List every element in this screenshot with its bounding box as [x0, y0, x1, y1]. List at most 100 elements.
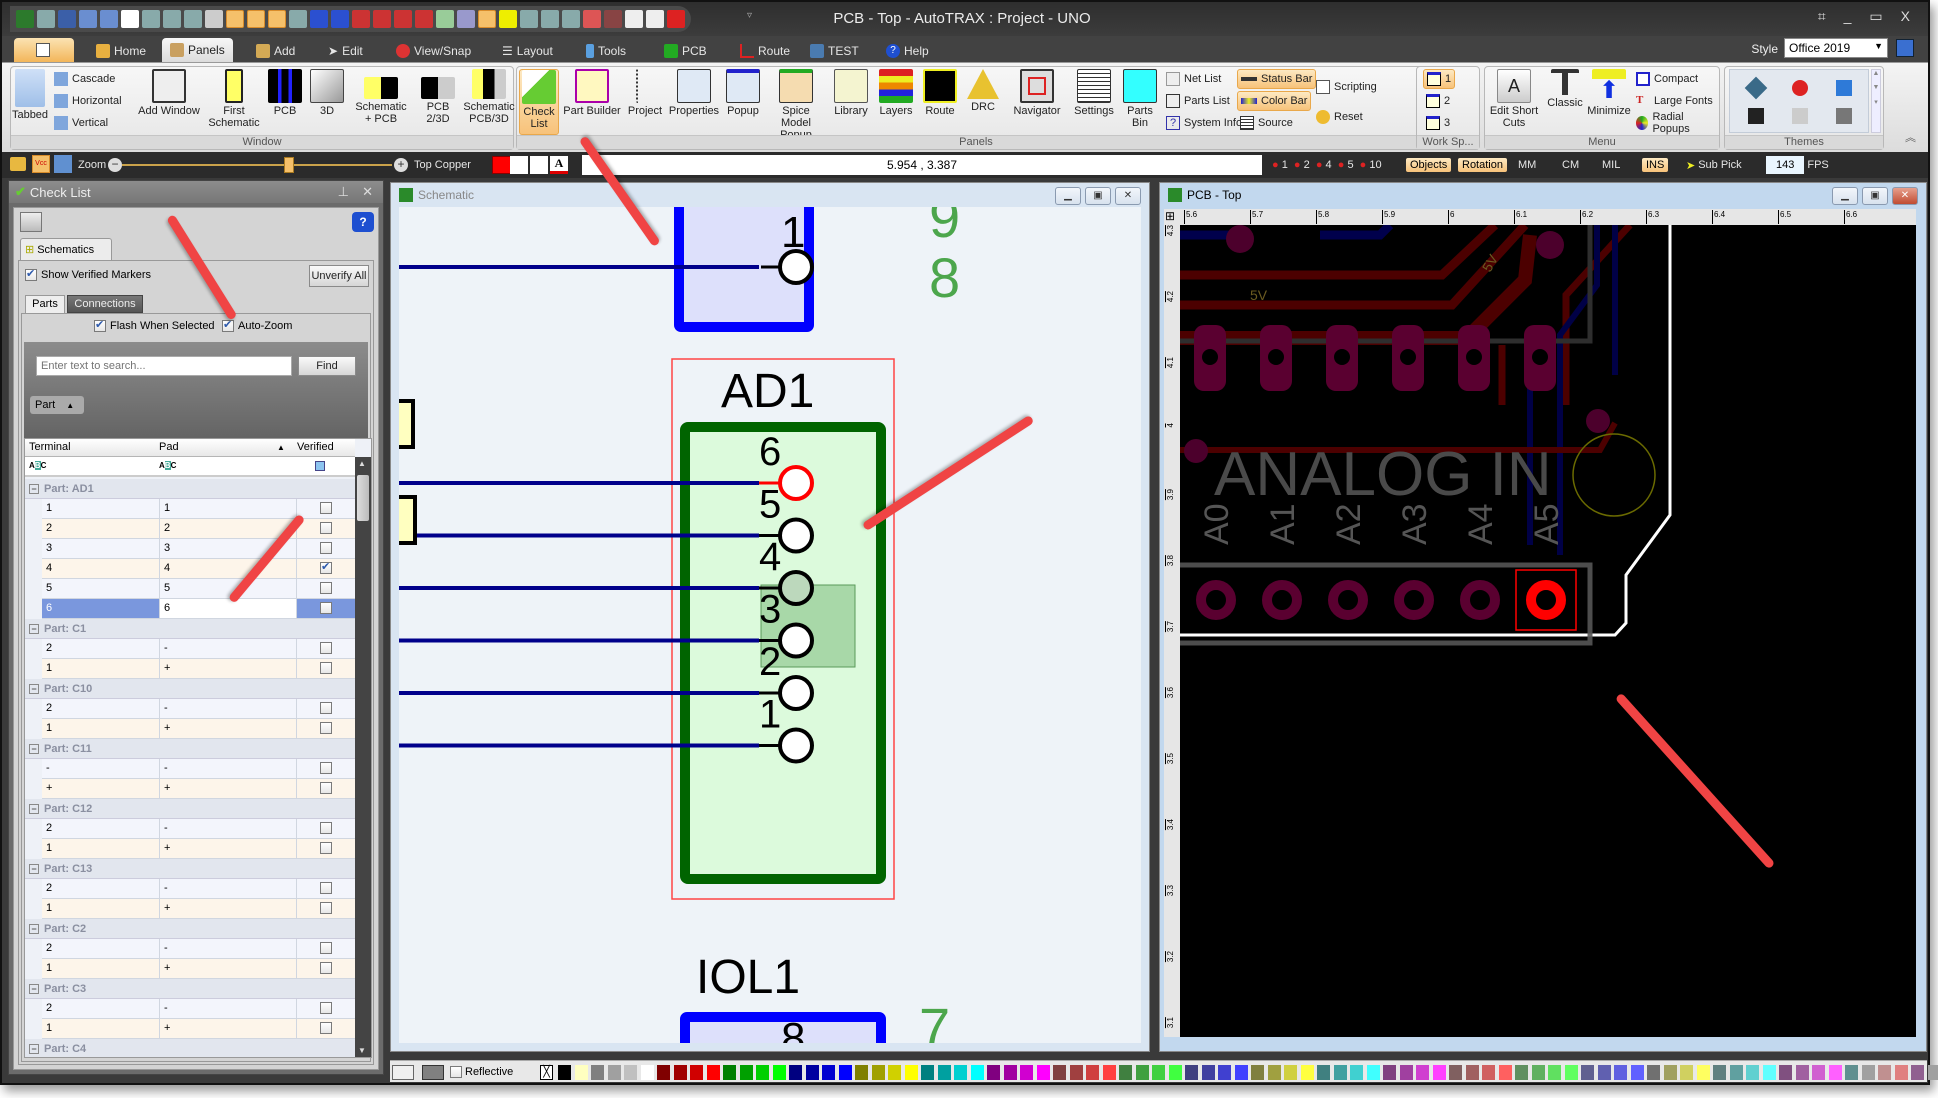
color-swatch[interactable] [1399, 1065, 1413, 1080]
pad-cell[interactable]: 4 [160, 559, 297, 578]
comment-icon[interactable] [10, 157, 26, 171]
color-swatch[interactable] [1696, 1065, 1710, 1080]
distribute-icon[interactable] [163, 10, 181, 28]
show-verified-markers-checkbox[interactable]: Show Verified Markers [25, 267, 151, 281]
color-swatch[interactable] [1284, 1065, 1297, 1080]
grid-step-4-button[interactable]: ● 4 [1313, 159, 1332, 171]
scripting-button[interactable]: Scripting [1313, 77, 1380, 97]
verified-cell[interactable] [297, 659, 355, 678]
color-swatch[interactable] [1861, 1065, 1875, 1080]
cross-probe-icon[interactable] [226, 10, 244, 28]
color-swatch[interactable] [1300, 1065, 1314, 1080]
color-swatch[interactable] [1020, 1065, 1033, 1080]
status-bar-toggle[interactable]: Status Bar [1237, 69, 1317, 89]
unverify-all-button[interactable]: Unverify All [309, 265, 369, 287]
verified-cell[interactable] [297, 999, 355, 1018]
via[interactable] [1536, 231, 1564, 259]
sub-pick-button[interactable]: ➤ Sub Pick [1686, 156, 1742, 174]
column-header-pad[interactable]: Pad [159, 441, 179, 453]
color-swatch[interactable] [1663, 1065, 1677, 1080]
pad-cell[interactable]: 1 [160, 499, 297, 518]
color-swatch[interactable] [1647, 1065, 1660, 1080]
table-row[interactable]: 2 - [42, 639, 355, 659]
part-group-header[interactable]: − Part: C10 [25, 679, 355, 699]
pad[interactable] [1328, 580, 1368, 620]
text-filter-icon[interactable]: ABC [29, 461, 46, 470]
mm-unit-icon[interactable] [436, 10, 454, 28]
color-swatch[interactable] [987, 1065, 1000, 1080]
group-by-part-chip[interactable]: Part ▲ [30, 396, 84, 414]
color-swatch[interactable] [822, 1065, 835, 1080]
collapse-ribbon-icon[interactable]: ︽ [1905, 129, 1916, 145]
terminal-cell[interactable]: 1 [42, 1019, 160, 1038]
verified-cell[interactable] [297, 539, 355, 558]
highlighted-pad[interactable] [1526, 580, 1566, 620]
terminal-cell[interactable]: 2 [42, 699, 160, 718]
stroke-color-swatch[interactable] [422, 1065, 444, 1080]
tab-route[interactable]: Route [732, 40, 798, 62]
scrollbar-thumb[interactable] [357, 475, 369, 521]
no-color-swatch[interactable]: ╳ [540, 1065, 553, 1080]
pad-cell[interactable]: - [160, 639, 297, 658]
zoom-slider-thumb[interactable] [284, 157, 295, 173]
maximize-icon[interactable]: ▭ [1869, 8, 1882, 25]
collapse-icon[interactable]: − [29, 983, 39, 994]
column-header-verified[interactable]: Verified [297, 441, 334, 453]
color-swatch[interactable] [1267, 1065, 1281, 1080]
subtab-parts[interactable]: Parts [25, 295, 65, 313]
properties-icon[interactable] [541, 10, 559, 28]
verified-checkbox[interactable] [320, 722, 332, 735]
minimize-button[interactable]: ▁ [1055, 187, 1081, 205]
pad-cell[interactable]: 2 [160, 519, 297, 538]
pcb-window-button[interactable]: PCB [265, 69, 305, 117]
chip-small-icon[interactable] [646, 10, 664, 28]
schematic-pcb-button[interactable]: Schematic + PCB [351, 69, 411, 125]
verified-checkbox[interactable] [320, 1002, 332, 1015]
pin-circle[interactable] [778, 727, 814, 764]
radial-popups-button[interactable]: Radial Popups [1633, 111, 1719, 135]
table-row[interactable]: 1 + [42, 899, 355, 919]
hammer-icon[interactable] [604, 10, 622, 28]
part-group-header[interactable]: − Part: C2 [25, 919, 355, 939]
color-swatch[interactable] [1465, 1065, 1479, 1080]
pad-cell[interactable]: - [160, 999, 297, 1018]
redo-icon[interactable] [100, 10, 118, 28]
axis-icon[interactable] [310, 10, 328, 28]
new-icon[interactable] [121, 10, 139, 28]
pad-cell[interactable]: - [160, 939, 297, 958]
component-icon[interactable] [562, 10, 580, 28]
theme-vs-icon[interactable] [1744, 76, 1768, 100]
color-swatch[interactable] [855, 1065, 868, 1080]
workspace-1-button[interactable]: 1 [1423, 69, 1456, 89]
fill-icon[interactable] [530, 156, 548, 174]
color-swatch[interactable] [805, 1065, 819, 1080]
color-swatch[interactable] [1729, 1065, 1743, 1080]
cascade-button[interactable]: Cascade [51, 69, 118, 89]
color-swatch[interactable] [1416, 1065, 1429, 1080]
table-row[interactable]: 1 + [42, 839, 355, 859]
theme-office-black-icon[interactable] [1748, 108, 1764, 124]
color-swatch[interactable] [723, 1065, 736, 1080]
rotation-toggle[interactable]: Rotation [1458, 156, 1507, 174]
color-swatch[interactable] [1894, 1065, 1908, 1080]
verified-cell[interactable] [297, 879, 355, 898]
collapse-icon[interactable]: − [29, 743, 39, 754]
color-swatch[interactable] [756, 1065, 769, 1080]
table-row[interactable]: 2 - [42, 999, 355, 1019]
ruler-origin-icon[interactable]: ⊞ [1165, 209, 1175, 223]
color-swatch[interactable] [1069, 1065, 1083, 1080]
table-row[interactable]: 2 - [42, 879, 355, 899]
part-group-header[interactable]: − Part: C1 [25, 619, 355, 639]
color-swatch[interactable] [574, 1065, 588, 1080]
color-swatch[interactable] [970, 1065, 984, 1080]
terminal-cell[interactable]: 1 [42, 899, 160, 918]
part-group-header[interactable]: − Part: C11 [25, 739, 355, 759]
part-group-header[interactable]: − Part: C12 [25, 799, 355, 819]
verified-cell[interactable] [297, 839, 355, 858]
color-swatch[interactable] [1119, 1065, 1132, 1080]
schematic-pcb-3d-button[interactable]: Schematic PCB/3D [463, 69, 515, 125]
find-button[interactable]: Find [298, 356, 356, 376]
color-swatch[interactable] [1927, 1065, 1938, 1080]
verified-checkbox[interactable] [320, 962, 332, 975]
chip-icon[interactable] [625, 10, 643, 28]
